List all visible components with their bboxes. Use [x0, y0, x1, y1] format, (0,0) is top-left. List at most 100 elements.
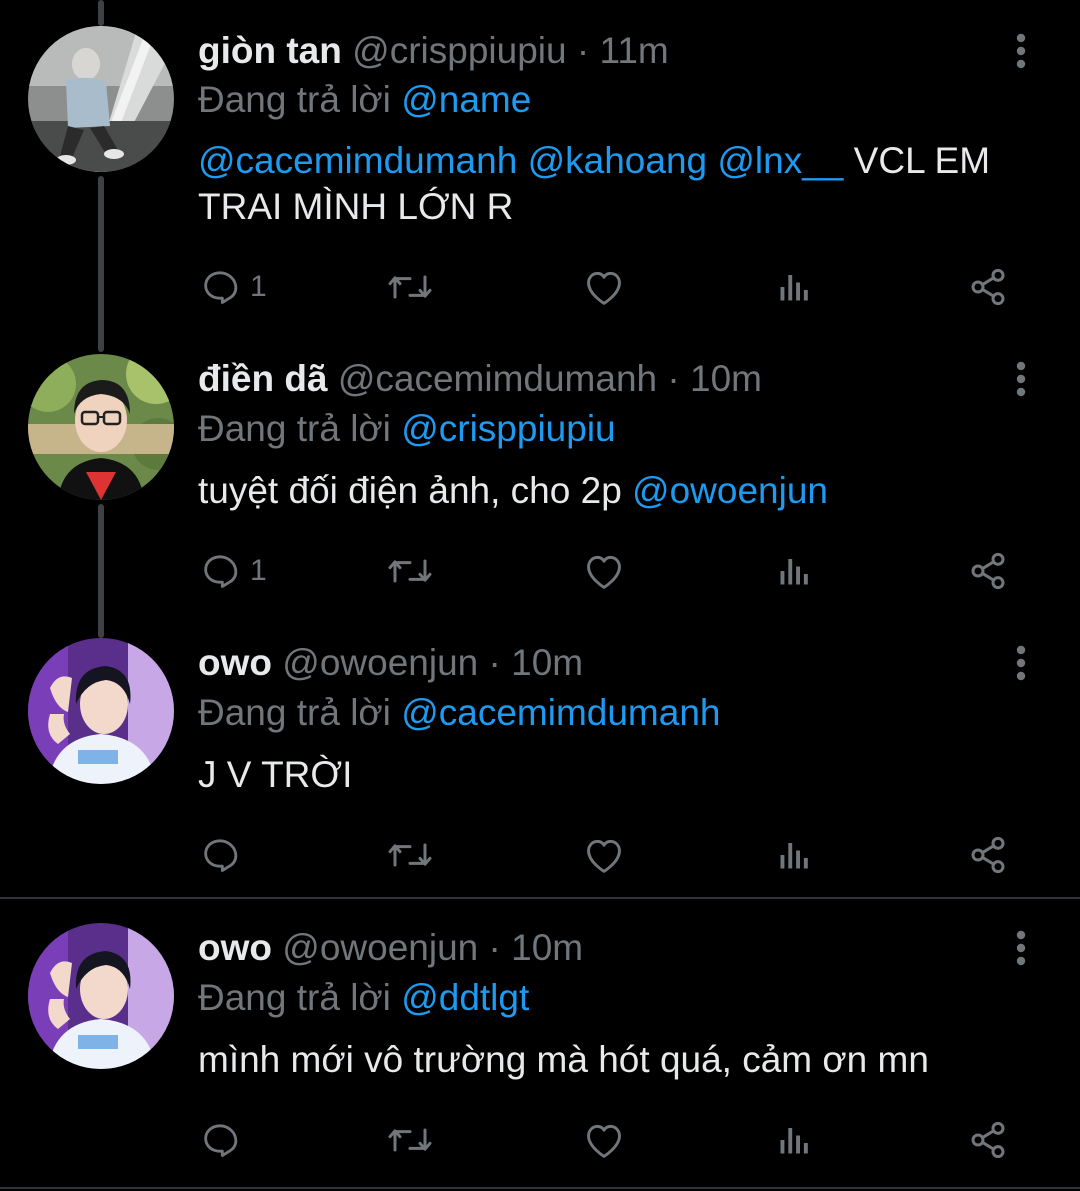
reply-button[interactable]	[200, 830, 250, 880]
reply-button[interactable]	[200, 1115, 250, 1165]
display-name[interactable]: owo	[198, 927, 272, 968]
heart-icon	[587, 271, 621, 305]
more-vertical-icon	[1016, 645, 1026, 681]
replying-to: Đang trả lời @crisppiupiu	[198, 402, 616, 456]
share-button[interactable]	[968, 1115, 1008, 1165]
like-button[interactable]	[582, 546, 626, 596]
more-options-button[interactable]	[996, 24, 1046, 78]
tweet[interactable]: điền dã @cacemimdumanh · 10m Đang trả lờ…	[0, 352, 1080, 632]
views-button[interactable]	[776, 830, 812, 880]
replying-to: Đang trả lời @name	[198, 73, 531, 127]
display-name[interactable]: điền dã	[198, 358, 328, 399]
share-button[interactable]	[968, 830, 1008, 880]
tweet-body: tuyệt đối điện ảnh, cho 2p	[198, 470, 633, 511]
replying-to-mention[interactable]: @name	[401, 79, 531, 120]
reply-icon	[204, 839, 238, 872]
timestamp[interactable]: 10m	[511, 927, 583, 968]
like-button[interactable]	[582, 1115, 626, 1165]
avatar[interactable]	[28, 26, 174, 172]
retweet-icon	[388, 559, 432, 583]
views-icon	[780, 275, 808, 301]
tweet[interactable]: owo @owoenjun · 10m Đang trả lời @cacemi…	[0, 636, 1080, 896]
replying-to-mention[interactable]: @cacemimdumanh	[401, 692, 720, 733]
avatar-photo	[28, 923, 174, 1069]
replying-to: Đang trả lời @cacemimdumanh	[198, 686, 720, 740]
like-button[interactable]	[582, 262, 626, 312]
tweet[interactable]: giòn tan @crisppiupiu · 11m Đang trả lời…	[0, 0, 1080, 340]
tweet-text: J V TRỜI	[198, 752, 1038, 798]
tweet-header: owo @owoenjun · 10m	[198, 636, 583, 690]
separator-dot: ·	[488, 927, 501, 968]
reply-button[interactable]: 1	[200, 262, 267, 312]
reply-count: 1	[250, 554, 267, 587]
avatar-photo	[28, 26, 174, 172]
tweet[interactable]: owo @owoenjun · 10m Đang trả lời @ddtlgt…	[0, 921, 1080, 1189]
share-icon	[971, 1121, 1005, 1159]
tweet-body: J V TRỜI	[198, 754, 353, 795]
views-button[interactable]	[776, 546, 812, 596]
reply-button[interactable]: 1	[200, 546, 267, 596]
replying-to-label: Đang trả lời	[198, 977, 391, 1018]
reply-count: 1	[250, 270, 267, 303]
display-name[interactable]: owo	[198, 642, 272, 683]
views-button[interactable]	[776, 262, 812, 312]
views-icon	[780, 1128, 808, 1154]
replying-to-label: Đang trả lời	[198, 79, 391, 120]
retweet-button[interactable]	[386, 1115, 434, 1165]
action-bar	[196, 1115, 1016, 1165]
share-button[interactable]	[968, 262, 1008, 312]
avatar-photo	[28, 638, 174, 784]
retweet-icon	[388, 275, 432, 299]
replying-to-mention[interactable]: @crisppiupiu	[401, 408, 615, 449]
display-name[interactable]: giòn tan	[198, 30, 342, 71]
reply-icon	[204, 1124, 238, 1157]
tweet-body: mình mới vô trường mà hót quá, cảm ơn mn	[198, 1039, 929, 1080]
tweet-text: tuyệt đối điện ảnh, cho 2p @owoenjun	[198, 468, 1038, 514]
replying-to-label: Đang trả lời	[198, 408, 391, 449]
retweet-button[interactable]	[386, 830, 434, 880]
share-icon	[971, 268, 1005, 306]
tweet-text: mình mới vô trường mà hót quá, cảm ơn mn	[198, 1037, 1038, 1083]
retweet-icon	[388, 1128, 432, 1152]
retweet-button[interactable]	[386, 262, 434, 312]
separator-dot: ·	[667, 358, 680, 399]
share-icon	[971, 552, 1005, 590]
user-handle[interactable]: @owoenjun	[282, 927, 478, 968]
tweet-header: owo @owoenjun · 10m	[198, 921, 583, 975]
share-icon	[971, 836, 1005, 874]
tweet-text: @cacemimdumanh @kahoang @lnx__ VCL EM TR…	[198, 138, 1038, 230]
retweet-icon	[388, 843, 432, 867]
separator-dot: ·	[576, 30, 590, 71]
timestamp[interactable]: 11m	[599, 30, 668, 71]
views-icon	[780, 843, 808, 869]
user-handle[interactable]: @cacemimdumanh	[338, 358, 657, 399]
action-bar: 1	[196, 546, 1016, 596]
heart-icon	[587, 555, 621, 589]
more-options-button[interactable]	[996, 921, 1046, 975]
more-vertical-icon	[1016, 33, 1026, 69]
share-button[interactable]	[968, 546, 1008, 596]
reply-icon	[204, 555, 238, 588]
user-handle[interactable]: @crisppiupiu	[352, 30, 566, 71]
tweet-mentions[interactable]: @cacemimdumanh @kahoang @lnx__	[198, 140, 843, 181]
avatar[interactable]	[28, 354, 174, 500]
timestamp[interactable]: 10m	[511, 642, 583, 683]
action-bar	[196, 830, 1016, 880]
reply-icon	[204, 271, 238, 304]
avatar[interactable]	[28, 638, 174, 784]
heart-icon	[587, 839, 621, 873]
like-button[interactable]	[582, 830, 626, 880]
retweet-button[interactable]	[386, 546, 434, 596]
replying-to-mention[interactable]: @ddtlgt	[401, 977, 529, 1018]
views-button[interactable]	[776, 1115, 812, 1165]
tweet-mention[interactable]: @owoenjun	[632, 470, 828, 511]
avatar[interactable]	[28, 923, 174, 1069]
tweet-header: giòn tan @crisppiupiu · 11m	[198, 24, 669, 78]
more-options-button[interactable]	[996, 636, 1046, 690]
heart-icon	[587, 1124, 621, 1158]
more-options-button[interactable]	[996, 352, 1046, 406]
user-handle[interactable]: @owoenjun	[282, 642, 478, 683]
timestamp[interactable]: 10m	[690, 358, 762, 399]
action-bar: 1	[196, 262, 1016, 312]
replying-to-label: Đang trả lời	[198, 692, 391, 733]
